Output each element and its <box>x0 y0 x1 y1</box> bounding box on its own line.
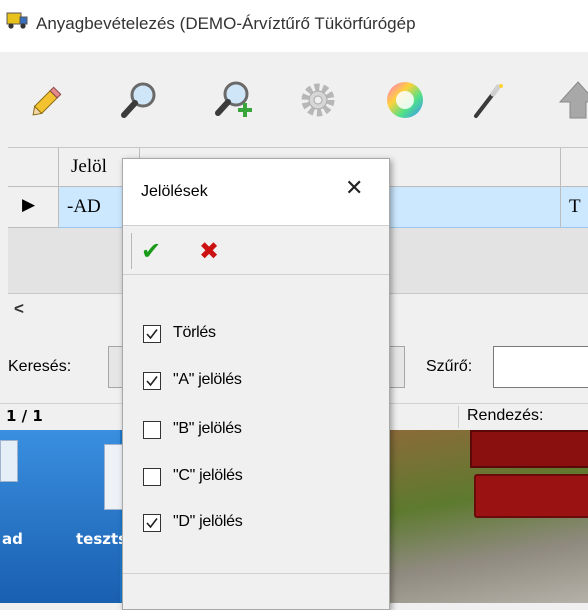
desktop-icon-label-2: teszts <box>76 530 128 548</box>
sort-label: Rendezés: <box>467 407 544 424</box>
magic-wand-icon <box>474 84 503 118</box>
grid-cell-col3[interactable]: T <box>561 187 588 228</box>
close-icon[interactable]: ✕ <box>345 176 363 201</box>
search-label: Keresés: <box>8 358 72 375</box>
row-indicator[interactable]: ▶ <box>8 187 59 228</box>
grid-header-col3[interactable] <box>561 148 588 187</box>
popup-title: Jelölések <box>141 183 208 200</box>
magnifier-icon <box>121 82 156 118</box>
page-counter: 1 / 1 <box>6 407 43 425</box>
checkbox-a[interactable] <box>143 372 161 390</box>
gear-icon <box>301 83 335 117</box>
popup-header: Jelölések ✕ <box>123 159 389 225</box>
window-title: Anyagbevételezés (DEMO-Árvíztűrő Tükörfú… <box>36 14 416 33</box>
accept-icon[interactable]: ✔ <box>141 237 161 265</box>
edit-button[interactable] <box>26 78 70 122</box>
checkbox-d[interactable] <box>143 514 161 532</box>
color-button[interactable] <box>383 78 427 122</box>
photo-red-sign-top <box>470 430 588 468</box>
checkbox-torles[interactable] <box>143 325 161 343</box>
desktop-icon-label-1: ad <box>2 530 23 548</box>
pencil-icon <box>32 86 62 116</box>
checkbox-c[interactable] <box>143 468 161 486</box>
markings-popup: Jelölések ✕ ✔ ✖ Törlés "A" jelölés "B" j… <box>122 158 390 610</box>
cancel-icon[interactable]: ✖ <box>199 237 219 265</box>
checkbox-b[interactable] <box>143 421 161 439</box>
arrow-up-icon <box>558 81 588 119</box>
popup-divider <box>123 225 389 226</box>
magnifier-add-icon <box>215 81 252 117</box>
filter-label: Szűrő: <box>426 358 473 375</box>
popup-footer-divider <box>123 573 389 574</box>
search-add-button[interactable] <box>212 78 256 122</box>
scroll-left-icon[interactable]: < <box>14 299 24 319</box>
wand-button[interactable] <box>466 78 510 122</box>
title-bar: Anyagbevételezés (DEMO-Árvíztűrő Tükörfú… <box>0 0 588 52</box>
search-input-end[interactable] <box>388 346 405 388</box>
truck-icon <box>6 12 28 29</box>
toolbar-separator <box>131 233 132 269</box>
search-input[interactable] <box>108 346 123 388</box>
status-divider <box>458 406 459 428</box>
popup-divider-2 <box>123 274 389 275</box>
filter-input[interactable] <box>493 346 588 388</box>
search-button[interactable] <box>119 78 163 122</box>
row-pointer-icon: ▶ <box>22 195 36 215</box>
grid-corner <box>8 148 59 187</box>
settings-button[interactable] <box>296 78 340 122</box>
color-wheel-icon <box>387 82 423 118</box>
desktop-left <box>0 430 120 603</box>
photo-red-sign <box>474 474 588 518</box>
document-icon[interactable] <box>0 440 18 482</box>
up-button[interactable] <box>556 78 588 122</box>
